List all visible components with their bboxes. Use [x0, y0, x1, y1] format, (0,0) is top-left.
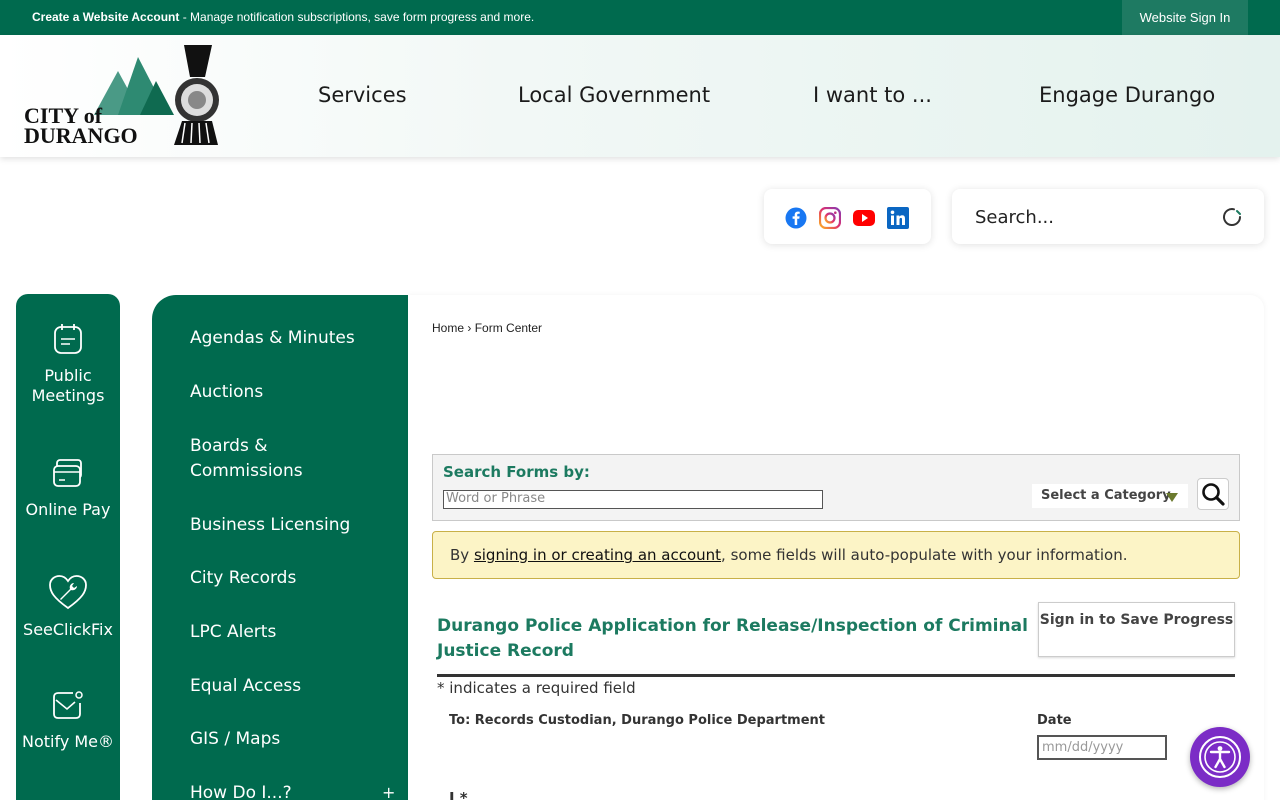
site-header: CITY of DURANGO Services Local Governmen…: [0, 35, 1280, 157]
to-line: To: Records Custodian, Durango Police De…: [449, 713, 825, 728]
site-search[interactable]: Search...: [952, 189, 1264, 244]
i-field-label: I *: [449, 789, 468, 800]
magnifier-icon: [1202, 483, 1225, 506]
category-select-label: Select a Category: [1041, 488, 1171, 503]
youtube-icon[interactable]: [853, 207, 875, 229]
date-input[interactable]: mm/dd/yyyy: [1037, 735, 1167, 760]
search-forms-label: Search Forms by:: [443, 463, 590, 481]
chevron-down-icon: [1166, 493, 1178, 502]
search-icon[interactable]: [1220, 205, 1244, 229]
create-account-link[interactable]: Create a Website Account: [32, 10, 179, 24]
nav-engage-durango[interactable]: Engage Durango: [1039, 83, 1215, 107]
logo-line2: DURANGO: [24, 123, 138, 148]
quick-link-online-pay[interactable]: Online Pay: [16, 458, 120, 520]
form-search-button[interactable]: [1197, 478, 1229, 510]
credit-card-icon: [53, 459, 82, 487]
form-search-input[interactable]: Word or Phrase: [443, 490, 823, 509]
city-logo[interactable]: CITY of DURANGO: [22, 43, 222, 148]
sidebar-item-gis-maps[interactable]: GIS / Maps: [190, 727, 280, 752]
top-bar: Create a Website Account - Manage notifi…: [0, 0, 1280, 35]
facebook-icon[interactable]: [785, 207, 807, 229]
nav-i-want-to[interactable]: I want to ...: [813, 83, 932, 107]
quick-link-label: Online Pay: [25, 500, 111, 519]
search-input[interactable]: Search...: [975, 207, 1054, 228]
breadcrumb-separator: ›: [467, 321, 472, 335]
calendar-icon: [54, 324, 82, 354]
accessibility-button[interactable]: [1190, 727, 1250, 787]
notice-suffix: , some fields will auto-populate with yo…: [721, 546, 1128, 564]
notice-prefix: By: [450, 546, 474, 564]
account-message: Create a Website Account - Manage notifi…: [32, 10, 534, 24]
form-title: Durango Police Application for Release/I…: [437, 616, 1028, 661]
heart-wrench-icon: [49, 575, 87, 610]
breadcrumb-current[interactable]: Form Center: [475, 321, 542, 335]
quick-links-panel: Public Meetings Online Pay SeeClickFix N…: [16, 294, 120, 800]
sidebar-item-lpc-alerts[interactable]: LPC Alerts: [190, 620, 276, 645]
sidebar-item-city-records[interactable]: City Records: [190, 566, 296, 591]
quick-link-seeclickfix[interactable]: SeeClickFix: [16, 574, 120, 640]
sidebar-item-equal-access[interactable]: Equal Access: [190, 674, 301, 699]
date-label: Date: [1037, 713, 1072, 728]
linkedin-icon[interactable]: [887, 207, 909, 229]
website-sign-in-button[interactable]: Website Sign In: [1122, 0, 1248, 35]
sidebar-item-how-do-i[interactable]: How Do I...?: [190, 781, 292, 800]
sidebar-item-agendas[interactable]: Agendas & Minutes: [190, 326, 355, 351]
sign-in-link[interactable]: signing in or creating an account: [474, 546, 721, 564]
required-note: * indicates a required field: [437, 679, 636, 697]
autofill-notice: By signing in or creating an account, so…: [432, 531, 1240, 579]
expand-icon[interactable]: +: [382, 783, 395, 800]
accessibility-icon: [1199, 736, 1241, 778]
sign-in-save-button[interactable]: Sign in to Save Progress: [1038, 602, 1235, 657]
quick-link-label: Notify Me®: [21, 732, 115, 751]
quick-link-public-meetings[interactable]: Public Meetings: [16, 322, 120, 406]
form-search-panel: Search Forms by: Word or Phrase Select a…: [432, 454, 1240, 521]
category-select[interactable]: Select a Category: [1032, 484, 1188, 508]
sidebar-item-boards[interactable]: Boards & Commissions: [190, 434, 330, 484]
breadcrumb-home[interactable]: Home: [432, 321, 464, 335]
sidebar-item-business-licensing[interactable]: Business Licensing: [190, 513, 350, 538]
breadcrumb: Home › Form Center: [432, 321, 542, 335]
nav-local-government[interactable]: Local Government: [518, 83, 710, 107]
quick-link-notify-me[interactable]: Notify Me®: [16, 690, 120, 752]
quick-link-label: SeeClickFix: [23, 620, 113, 639]
sidebar-nav: Agendas & Minutes Auctions Boards & Comm…: [152, 295, 408, 800]
divider: [437, 674, 1235, 677]
main-content: Home › Form Center Search Forms by: Word…: [408, 295, 1264, 800]
mail-notify-icon: [53, 691, 83, 719]
nav-services[interactable]: Services: [318, 83, 407, 107]
account-message-text: - Manage notification subscriptions, sav…: [179, 10, 535, 24]
social-links: [764, 189, 931, 244]
sidebar-item-auctions[interactable]: Auctions: [190, 380, 263, 405]
instagram-icon[interactable]: [819, 207, 841, 229]
quick-link-label: Public Meetings: [31, 366, 105, 405]
